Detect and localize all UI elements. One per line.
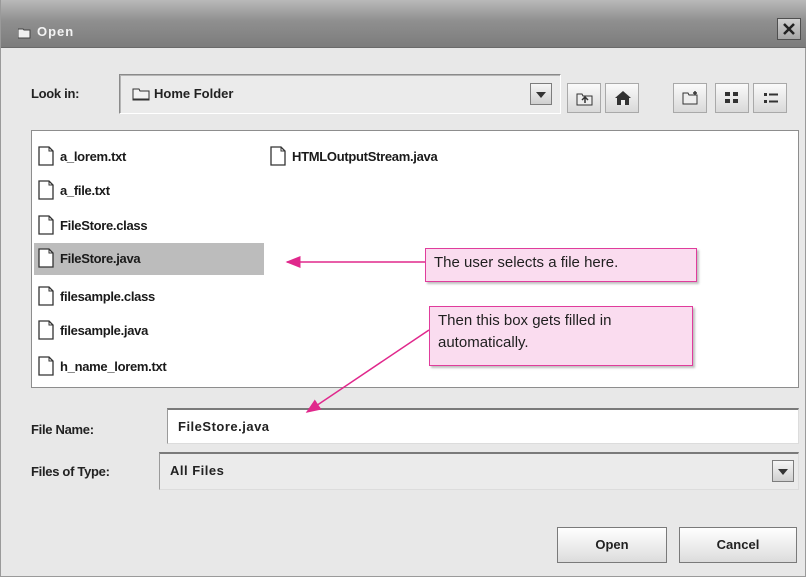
file-item-selected[interactable]: FileStore.java	[34, 243, 264, 275]
up-one-level-button[interactable]	[567, 83, 601, 113]
home-button[interactable]	[605, 83, 639, 113]
document-icon	[38, 146, 54, 171]
file-item[interactable]: HTMLOutputStream.java	[266, 143, 516, 171]
document-icon	[38, 180, 54, 205]
file-name-label: File Name:	[31, 422, 94, 437]
file-item[interactable]: h_name_lorem.txt	[34, 353, 274, 381]
document-icon	[270, 146, 286, 171]
file-type-label: Files of Type:	[31, 464, 110, 479]
open-button[interactable]: Open	[557, 527, 667, 563]
file-name: filesample.class	[60, 289, 155, 304]
callout-text-line1: Then this box gets filled in	[438, 312, 612, 329]
file-item[interactable]: a_file.txt	[34, 177, 264, 205]
file-type-value: All Files	[170, 463, 225, 478]
document-icon	[38, 248, 54, 273]
callout-select-file: The user selects a file here.	[425, 248, 697, 282]
look-in-label: Look in:	[31, 86, 80, 101]
details-view-button[interactable]	[753, 83, 787, 113]
file-name: a_lorem.txt	[60, 149, 127, 164]
cancel-button[interactable]: Cancel	[679, 527, 797, 563]
document-icon	[38, 286, 54, 311]
chevron-down-icon[interactable]	[530, 83, 552, 105]
file-type-combo[interactable]: All Files	[159, 452, 799, 490]
callout-text: The user selects a file here.	[434, 254, 619, 271]
callout-text-line2: automatically.	[438, 334, 529, 351]
file-name: FileStore.java	[60, 251, 141, 266]
file-name: filesample.java	[60, 323, 148, 338]
document-icon	[38, 356, 54, 381]
file-item[interactable]: filesample.class	[34, 283, 264, 311]
list-view-button[interactable]	[715, 83, 749, 113]
document-icon	[38, 320, 54, 345]
chevron-down-icon[interactable]	[772, 460, 794, 482]
folder-open-icon	[17, 26, 32, 39]
file-item[interactable]: FileStore.class	[34, 212, 264, 240]
document-icon	[38, 215, 54, 240]
file-item[interactable]: a_lorem.txt	[34, 143, 264, 171]
file-item[interactable]: filesample.java	[34, 317, 264, 345]
open-dialog: Open Look in: Home Folder a_lorem.txt a_…	[0, 0, 806, 577]
look-in-combo[interactable]: Home Folder	[119, 74, 561, 114]
title-bar[interactable]: Open	[1, 0, 806, 48]
file-name-input[interactable]: FileStore.java	[167, 408, 799, 444]
file-name: a_file.txt	[60, 183, 110, 198]
close-button[interactable]	[777, 18, 801, 40]
folder-icon	[132, 87, 150, 106]
file-name: h_name_lorem.txt	[60, 359, 167, 374]
file-name: FileStore.class	[60, 218, 148, 233]
callout-autofill: Then this box gets filled in automatical…	[429, 306, 693, 366]
look-in-value: Home Folder	[154, 86, 234, 101]
dialog-title: Open	[37, 24, 75, 39]
file-name-value: FileStore.java	[178, 419, 270, 434]
new-folder-button[interactable]	[673, 83, 707, 113]
file-name: HTMLOutputStream.java	[292, 149, 438, 164]
